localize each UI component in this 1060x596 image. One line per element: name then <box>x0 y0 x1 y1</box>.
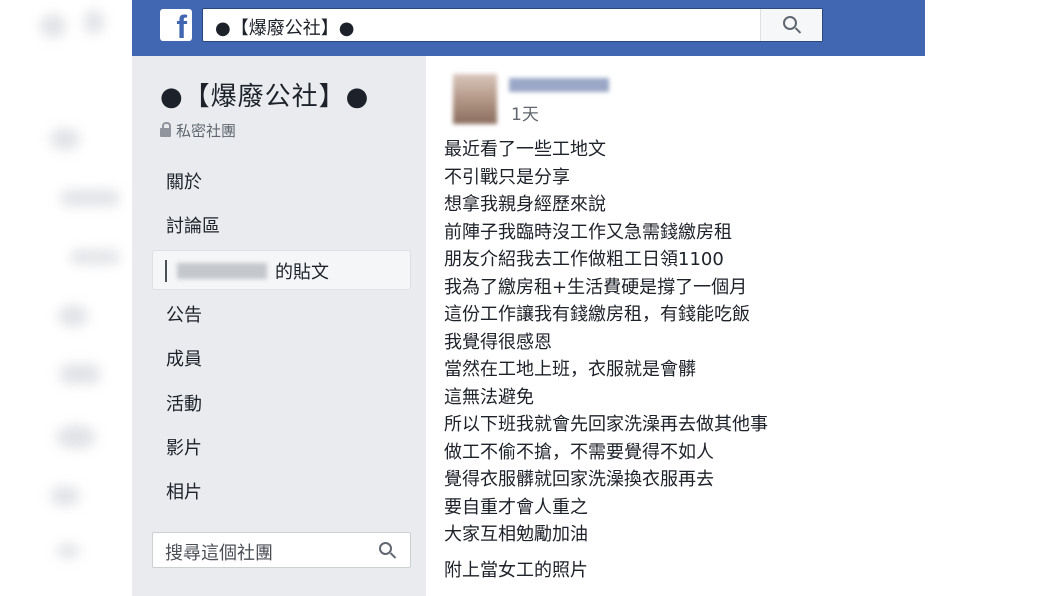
blurred-icon <box>84 10 104 34</box>
post-line: 想拿我親身經歷來說 <box>444 194 606 215</box>
post-card: 1天 最近看了一些工地文 不引戰只是分享 想拿我親身經歷來說 前陣子我臨時沒工作… <box>427 56 925 596</box>
search-icon <box>783 16 797 30</box>
search-button[interactable] <box>760 9 822 41</box>
blurred-background-left <box>0 0 132 596</box>
search-value: ●【爆廢公社】● <box>215 18 355 39</box>
group-name[interactable]: ●【爆廢公社】● <box>160 76 369 113</box>
top-navigation-bar: f ●【爆廢公社】● <box>132 0 925 56</box>
sidebar-item-discussion[interactable]: 討論區 <box>166 212 220 238</box>
post-line: 所以下班我就會先回家洗澡再去做其他事 <box>444 414 768 435</box>
blurred-author-name[interactable] <box>509 78 609 92</box>
post-timestamp[interactable]: 1天 <box>511 100 539 125</box>
facebook-logo-icon[interactable]: f <box>160 9 192 41</box>
member-posts-label: 的貼文 <box>275 262 329 283</box>
post-line: 我覺得很感恩 <box>444 331 552 353</box>
sidebar-item-videos[interactable]: 影片 <box>166 434 202 460</box>
blurred-icon <box>40 14 66 38</box>
group-sidebar: ●【爆廢公社】● 私密社團 關於 討論區 的貼文 公告 成員 活動 影片 相片 … <box>132 56 426 596</box>
blank-background-right <box>925 0 1060 596</box>
blurred-member-name <box>177 263 267 279</box>
post-line: 最近看了一些工地文 <box>444 139 606 160</box>
global-search-input[interactable]: ●【爆廢公社】● <box>202 8 823 42</box>
post-footer-line: 附上當女工的照片 <box>444 559 588 581</box>
avatar[interactable] <box>453 74 497 124</box>
search-icon[interactable] <box>379 542 392 555</box>
post-line: 覺得衣服髒就回家洗澡換衣服再去 <box>444 469 714 490</box>
sidebar-item-events[interactable]: 活動 <box>166 390 202 416</box>
blurred-text <box>60 364 100 384</box>
blurred-icon <box>56 544 80 558</box>
group-search-placeholder: 搜尋這個社團 <box>165 543 273 564</box>
post-line: 這份工作讓我有錢繳房租，有錢能吃飯 <box>444 304 750 325</box>
lock-icon <box>160 122 171 137</box>
post-line: 大家互相勉勵加油 <box>444 524 588 545</box>
blurred-icon <box>50 128 80 150</box>
blurred-icon <box>56 425 96 449</box>
sidebar-item-member-posts[interactable]: 的貼文 <box>152 250 411 290</box>
post-line: 做工不偷不搶，不需要覺得不如人 <box>444 441 714 463</box>
group-search-input[interactable]: 搜尋這個社團 <box>152 532 411 568</box>
privacy-label: 私密社團 <box>176 122 237 140</box>
sidebar-item-about[interactable]: 關於 <box>166 168 202 194</box>
blurred-icon <box>58 305 88 327</box>
blurred-icon <box>50 486 80 506</box>
post-body: 最近看了一些工地文 不引戰只是分享 想拿我親身經歷來說 前陣子我臨時沒工作又急需… <box>444 136 914 584</box>
post-line: 當然在工地上班，衣服就是會髒 <box>444 359 696 380</box>
post-line: 前陣子我臨時沒工作又急需錢繳房租 <box>444 221 732 243</box>
sidebar-item-announcements[interactable]: 公告 <box>166 301 202 327</box>
active-indicator <box>165 260 167 282</box>
sidebar-item-photos[interactable]: 相片 <box>166 478 202 504</box>
post-line: 這無法避免 <box>444 386 534 408</box>
blurred-text <box>70 250 120 264</box>
group-privacy: 私密社團 <box>160 120 236 141</box>
post-line: 朋友介紹我去工作做粗工日領1100 <box>444 249 724 270</box>
post-line: 要自重才會人重之 <box>444 496 588 518</box>
sidebar-item-members[interactable]: 成員 <box>166 345 202 371</box>
post-line: 我為了繳房租+生活費硬是撐了一個月 <box>444 276 748 298</box>
blurred-text <box>60 190 120 206</box>
post-line: 不引戰只是分享 <box>444 166 570 188</box>
